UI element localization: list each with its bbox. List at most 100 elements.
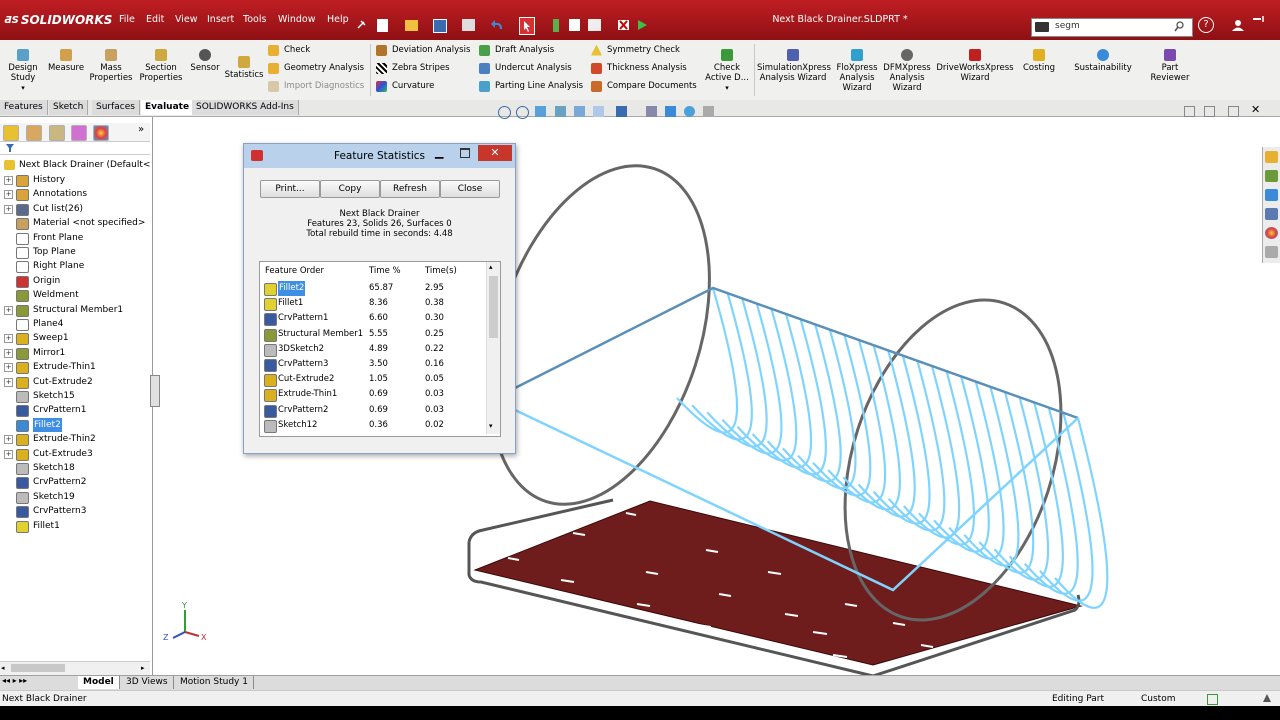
expand-toggle-icon[interactable]: + bbox=[4, 305, 13, 315]
statistics-button[interactable]: Statistics bbox=[224, 44, 264, 96]
check-active-document-button[interactable]: Check Active D... ▾ bbox=[702, 44, 752, 96]
compare-documents-button[interactable]: Compare Documents bbox=[591, 78, 697, 94]
dialog-title-bar[interactable]: Feature Statistics ▁ ✕ bbox=[244, 144, 515, 168]
tree-item[interactable]: Material <not specified> bbox=[0, 216, 150, 231]
expand-panel-icon[interactable]: » bbox=[138, 124, 144, 135]
close-viewport-icon[interactable]: ✕ bbox=[1251, 103, 1260, 116]
expand-toggle-icon[interactable]: + bbox=[4, 176, 13, 185]
search-magnifier-icon[interactable] bbox=[1174, 21, 1184, 32]
menu-insert[interactable]: Insert bbox=[207, 14, 234, 25]
macro-stop-icon[interactable] bbox=[617, 19, 630, 31]
tab-motion-study-1[interactable]: Motion Study 1 bbox=[175, 676, 254, 689]
tree-item[interactable]: + Mirror1 bbox=[0, 346, 150, 360]
list-scrollbar-thumb[interactable] bbox=[489, 276, 498, 338]
propertymanager-tab-icon[interactable] bbox=[26, 125, 42, 141]
measure-button[interactable]: Measure bbox=[46, 44, 86, 96]
window-controls-icon[interactable] bbox=[1252, 12, 1266, 26]
tab-solidworks-addins[interactable]: SOLIDWORKS Add-Ins bbox=[192, 100, 299, 115]
search-box[interactable]: segm bbox=[1031, 18, 1193, 37]
list-item[interactable]: Sketch12 0.36 0.02 bbox=[260, 418, 485, 433]
tree-item[interactable]: + Sweep1 bbox=[0, 331, 150, 346]
scroll-left-icon[interactable]: ◂ bbox=[1, 664, 5, 672]
tree-item[interactable]: + Extrude-Thin1 bbox=[0, 360, 150, 375]
list-item[interactable]: Fillet1 8.36 0.38 bbox=[260, 296, 485, 312]
appearances-icon[interactable] bbox=[1265, 227, 1278, 239]
save-icon[interactable] bbox=[433, 19, 447, 33]
status-unit-system[interactable]: Custom bbox=[1141, 691, 1175, 707]
rebuild-status-icon[interactable] bbox=[1207, 694, 1218, 705]
select-arrow-icon[interactable] bbox=[519, 17, 535, 35]
tree-item[interactable]: + Structural Member1 bbox=[0, 303, 150, 317]
tree-item[interactable]: Plane4 bbox=[0, 317, 150, 331]
expand-toggle-icon[interactable]: + bbox=[4, 348, 13, 358]
list-item[interactable]: CrvPattern3 3.50 0.16 bbox=[260, 357, 485, 372]
list-item[interactable]: Fillet2 65.87 2.95 bbox=[260, 281, 485, 296]
tree-item[interactable]: Weldment bbox=[0, 288, 150, 303]
tree-item[interactable]: CrvPattern2 bbox=[0, 475, 150, 490]
section-properties-button[interactable]: Section Properties bbox=[138, 44, 184, 96]
section-view-icon[interactable] bbox=[555, 106, 566, 117]
part-reviewer-button[interactable]: Part Reviewer bbox=[1147, 44, 1193, 96]
expand-toggle-icon[interactable]: + bbox=[4, 190, 13, 200]
tab-sketch[interactable]: Sketch bbox=[49, 100, 89, 115]
expand-toggle-icon[interactable]: + bbox=[4, 435, 13, 445]
maximize-viewport-icon[interactable] bbox=[1228, 106, 1239, 117]
dimxpert-tab-icon[interactable] bbox=[71, 125, 87, 141]
tree-item[interactable]: CrvPattern1 bbox=[0, 403, 150, 418]
horizontal-scrollbar[interactable]: ◂ ▸ bbox=[0, 661, 150, 675]
draft-analysis-button[interactable]: Draft Analysis bbox=[479, 42, 554, 58]
tree-item[interactable]: CrvPattern3 bbox=[0, 504, 150, 519]
column-feature-order[interactable]: Feature Order bbox=[265, 262, 324, 280]
copy-button[interactable]: Copy bbox=[320, 180, 380, 198]
tree-item[interactable]: + Cut list(26) bbox=[0, 202, 150, 216]
display-manager-tab-icon[interactable] bbox=[93, 125, 109, 141]
tree-root-part[interactable]: Next Black Drainer (Default<As bbox=[0, 158, 150, 172]
tree-item[interactable]: + Cut-Extrude3 bbox=[0, 447, 150, 461]
configurationmanager-tab-icon[interactable] bbox=[49, 125, 65, 141]
new-document-icon[interactable] bbox=[377, 19, 388, 32]
refresh-button[interactable]: Refresh bbox=[380, 180, 440, 198]
costing-button[interactable]: Costing bbox=[1018, 44, 1060, 96]
tree-item[interactable]: + Extrude-Thin2 bbox=[0, 432, 150, 447]
edit-appearance-icon[interactable] bbox=[665, 106, 676, 117]
tree-item[interactable]: + History bbox=[0, 173, 150, 187]
floxpress-button[interactable]: FloXpress Analysis Wizard bbox=[833, 44, 881, 96]
minimize-icon[interactable]: ▁ bbox=[435, 146, 443, 159]
feature-statistics-list[interactable]: Feature Order Time % Time(s) Fillet2 65.8… bbox=[259, 261, 501, 437]
tree-item[interactable]: + Cut-Extrude2 bbox=[0, 375, 150, 389]
driveworksxpress-button[interactable]: DriveWorksXpress Wizard bbox=[935, 44, 1015, 96]
menu-edit[interactable]: Edit bbox=[146, 14, 164, 25]
commands-search-icon[interactable] bbox=[1035, 22, 1049, 32]
user-icon[interactable] bbox=[1232, 19, 1244, 31]
undo-icon[interactable] bbox=[491, 19, 504, 31]
tree-item[interactable]: Sketch18 bbox=[0, 461, 150, 475]
tree-item[interactable]: Fillet2 bbox=[0, 417, 150, 432]
scroll-down-icon[interactable]: ▾ bbox=[489, 422, 493, 430]
sustainability-button[interactable]: Sustainability bbox=[1071, 44, 1135, 96]
sensor-button[interactable]: Sensor bbox=[188, 44, 222, 96]
restore-viewport-icon[interactable] bbox=[1184, 106, 1195, 117]
display-style-icon[interactable] bbox=[616, 106, 627, 117]
view-orientation-icon[interactable] bbox=[593, 106, 604, 117]
solidworks-logo[interactable]: ƋS SOLIDWORKS bbox=[4, 10, 114, 30]
search-input[interactable]: segm bbox=[1055, 21, 1080, 31]
help-status-icon[interactable] bbox=[1262, 693, 1272, 703]
tab-surfaces[interactable]: Surfaces bbox=[92, 100, 140, 115]
menu-tools[interactable]: Tools bbox=[243, 14, 266, 25]
symmetry-check-button[interactable]: Symmetry Check bbox=[591, 42, 680, 58]
tree-item[interactable]: Fillet1 bbox=[0, 519, 150, 533]
expand-toggle-icon[interactable]: + bbox=[4, 449, 13, 459]
list-item[interactable]: Extrude-Thin1 0.69 0.03 bbox=[260, 387, 485, 403]
list-item[interactable]: CrvPattern1 6.60 0.30 bbox=[260, 311, 485, 327]
view-settings-icon[interactable] bbox=[703, 106, 714, 117]
deviation-analysis-button[interactable]: Deviation Analysis bbox=[376, 42, 470, 58]
curvature-button[interactable]: Curvature bbox=[376, 78, 434, 94]
tree-filter[interactable] bbox=[0, 142, 150, 155]
file-explorer-icon[interactable] bbox=[1265, 189, 1278, 201]
hide-show-items-icon[interactable] bbox=[646, 106, 657, 117]
scroll-right-icon[interactable]: ▸ bbox=[141, 664, 145, 672]
previous-view-icon[interactable] bbox=[535, 106, 546, 117]
tree-item[interactable]: Top Plane bbox=[0, 245, 150, 259]
tile-viewport-icon[interactable] bbox=[1204, 106, 1215, 117]
tab-3d-views[interactable]: 3D Views bbox=[121, 676, 174, 689]
